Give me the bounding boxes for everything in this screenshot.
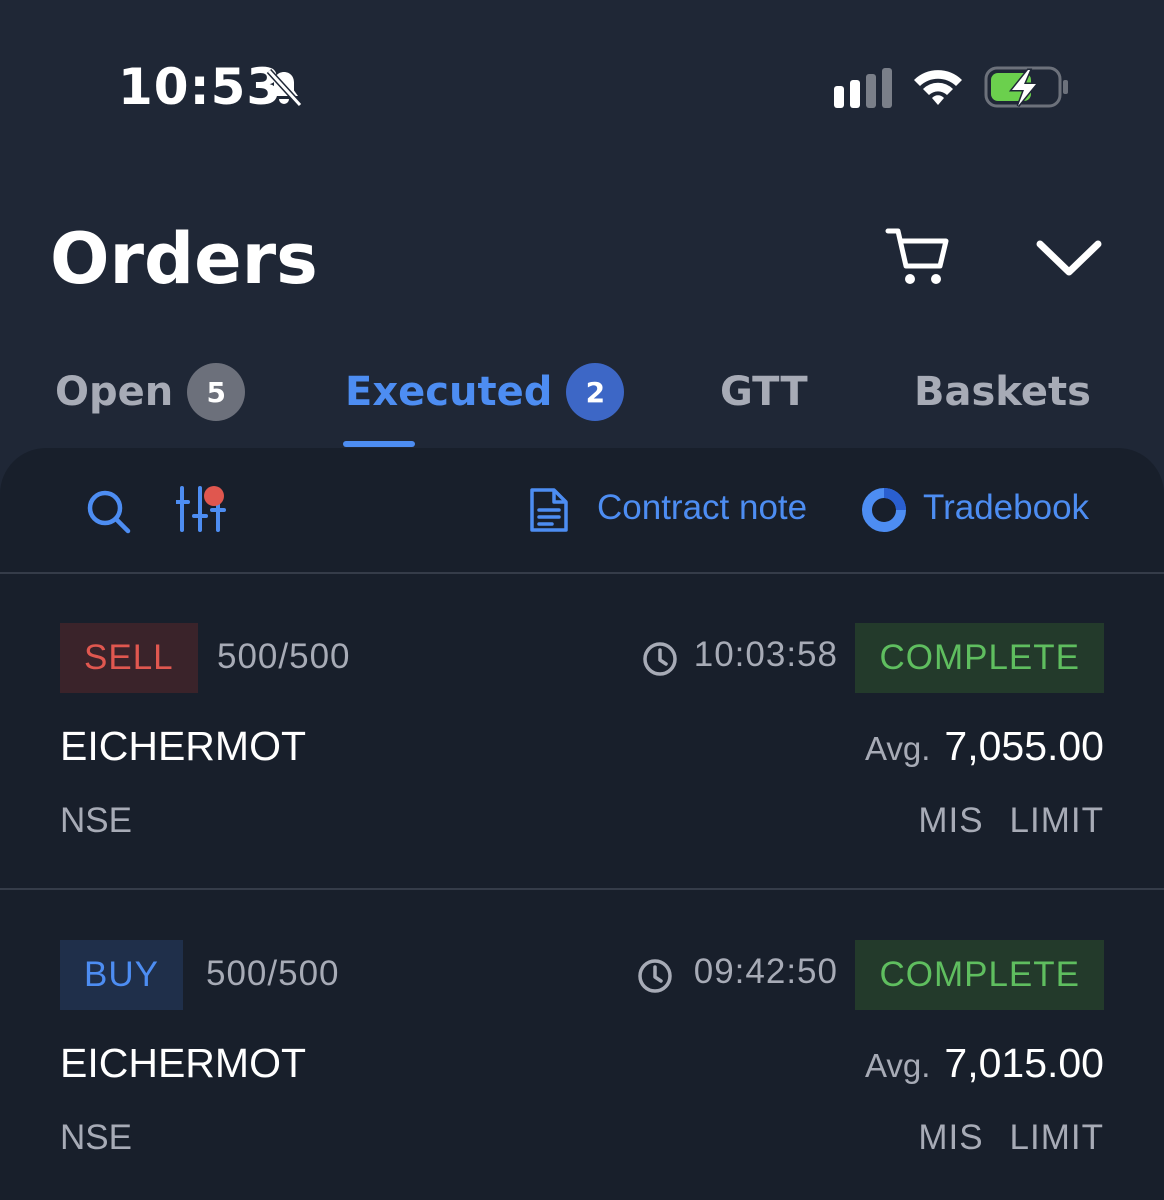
active-tab-indicator	[343, 441, 415, 447]
order-product: MIS	[918, 1118, 984, 1157]
avg-label: Avg.	[864, 1047, 931, 1084]
order-product-row: MIS LIMIT	[918, 801, 1104, 841]
side-badge: SELL	[60, 623, 198, 693]
order-row[interactable]: BUY 500/500 09:42:50 COMPLETE EICHERMOT …	[0, 890, 1164, 1200]
order-symbol: EICHERMOT	[60, 1040, 306, 1086]
clock-icon	[638, 959, 672, 993]
document-icon[interactable]	[528, 486, 570, 534]
avg-label: Avg.	[864, 730, 931, 767]
tab-count-badge: 2	[566, 363, 625, 421]
wifi-icon	[914, 70, 962, 105]
tab-baskets[interactable]: Baskets	[914, 362, 1091, 422]
order-symbol: EICHERMOT	[60, 723, 306, 769]
contract-note-link[interactable]: Contract note	[597, 488, 807, 528]
order-time: 09:42:50	[693, 952, 838, 991]
status-badge: COMPLETE	[855, 940, 1104, 1010]
page-title: Orders	[50, 218, 318, 300]
tab-label: Executed	[345, 369, 553, 415]
order-time: 10:03:58	[693, 635, 838, 674]
tab-label: Open	[55, 369, 174, 415]
order-quantity: 500/500	[217, 637, 351, 676]
order-product-row: MIS LIMIT	[918, 1118, 1104, 1158]
order-type: LIMIT	[1009, 801, 1104, 840]
battery-charging-icon	[984, 66, 1068, 108]
tab-count-badge: 5	[187, 363, 246, 421]
chevron-down-icon[interactable]	[1034, 234, 1104, 282]
avg-price-row: Avg. 7,015.00	[865, 1040, 1104, 1087]
side-badge: BUY	[60, 940, 183, 1010]
orders-screen: 10:53 Orders Open 5 Executed 2 GTT Baske…	[0, 0, 1164, 1200]
status-badge: COMPLETE	[855, 623, 1104, 693]
order-exchange: NSE	[60, 801, 132, 840]
avg-price: 7,055.00	[944, 723, 1104, 769]
status-time: 10:53	[118, 58, 283, 116]
filter-sliders-icon[interactable]	[176, 484, 230, 534]
order-row[interactable]: SELL 500/500 10:03:58 COMPLETE EICHERMOT…	[0, 573, 1164, 889]
clock-icon	[643, 642, 677, 676]
avg-price: 7,015.00	[944, 1040, 1104, 1086]
bell-muted-icon	[266, 68, 303, 108]
tradebook-link[interactable]: Tradebook	[923, 488, 1089, 528]
tab-gtt[interactable]: GTT	[720, 362, 808, 422]
order-product: MIS	[918, 801, 984, 840]
order-exchange: NSE	[60, 1118, 132, 1157]
cart-icon[interactable]	[884, 226, 950, 288]
tab-label: GTT	[720, 369, 808, 415]
tab-open[interactable]: Open 5	[55, 362, 246, 422]
cellular-signal-icon	[834, 68, 892, 108]
search-icon[interactable]	[84, 487, 132, 535]
order-type: LIMIT	[1009, 1118, 1104, 1157]
tab-label: Baskets	[914, 369, 1091, 415]
avg-price-row: Avg. 7,055.00	[865, 723, 1104, 770]
order-quantity: 500/500	[206, 954, 340, 993]
tradebook-icon[interactable]	[860, 486, 908, 534]
tab-executed[interactable]: Executed 2	[345, 362, 625, 422]
